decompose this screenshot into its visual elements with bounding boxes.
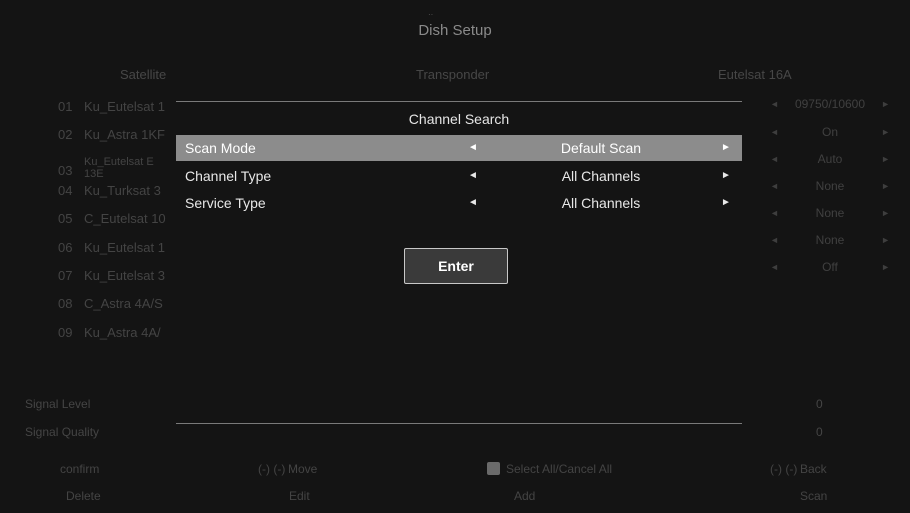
satellite-list-item[interactable]: 03 Ku_Eutelsat E 13E <box>58 156 154 180</box>
lnb-frequency-value: 09750/10600 <box>794 97 866 111</box>
footer-move-keys: (-) (-) <box>258 462 286 476</box>
motor-value: None <box>815 206 845 220</box>
satellite-list-item[interactable]: 06 Ku_Eutelsat 1 <box>58 240 165 255</box>
left-arrow-icon: ◄ <box>770 154 779 164</box>
satellite-list-item[interactable]: 09 Ku_Astra 4A/ <box>58 325 161 340</box>
right-arrow-icon: ► <box>881 99 890 109</box>
signal-quality-label: Signal Quality <box>25 425 100 439</box>
satellite-name: Ku_Eutelsat 1 <box>84 240 165 255</box>
footer-back: Back <box>800 462 827 476</box>
left-arrow-icon: ◄ <box>770 262 779 272</box>
unicable-value: None <box>815 233 845 247</box>
scan-mode-value: Default Scan <box>560 140 642 156</box>
current-satellite-name: Eutelsat 16A <box>718 67 792 82</box>
select-all-icon <box>487 462 500 475</box>
satellite-list-item[interactable]: 07 Ku_Eutelsat 3 <box>58 268 165 283</box>
channel-type-option[interactable]: Channel Type ◄ All Channels ► <box>176 163 742 189</box>
satellite-name: C_Eutelsat 10 <box>84 211 166 226</box>
lnb-power-setting[interactable]: ◄ On ► <box>770 125 890 139</box>
satellite-list-item[interactable]: 04 Ku_Turksat 3 <box>58 183 161 198</box>
left-arrow-icon: ◄ <box>770 99 779 109</box>
satellite-list-item[interactable]: 01 Ku_Eutelsat 1 <box>58 99 165 114</box>
service-type-value: All Channels <box>561 195 641 211</box>
right-arrow-icon: ► <box>881 127 890 137</box>
unicable-setting[interactable]: ◄ None ► <box>770 233 890 247</box>
diseqc-value: None <box>815 179 845 193</box>
satellite-number: 03 <box>58 163 73 178</box>
satellite-number: 05 <box>58 211 73 226</box>
right-arrow-icon: ► <box>881 181 890 191</box>
title-decoration: ·· <box>428 10 434 19</box>
satellite-number: 07 <box>58 268 73 283</box>
satellite-number: 02 <box>58 127 73 142</box>
satellite-name: Ku_Astra 4A/ <box>84 325 161 340</box>
column-header-satellite: Satellite <box>120 67 167 82</box>
enter-button[interactable]: Enter <box>404 248 508 284</box>
right-arrow-icon: ► <box>881 154 890 164</box>
lnb-power-value: On <box>821 125 838 139</box>
satellite-number: 06 <box>58 240 73 255</box>
dish-setup-screen: ·· Dish Setup Satellite Transponder Eute… <box>0 0 910 513</box>
left-arrow-icon: ◄ <box>770 127 779 137</box>
satellite-list-item[interactable]: 02 Ku_Astra 1KF <box>58 127 165 142</box>
scan-mode-label: Scan Mode <box>185 140 256 156</box>
service-type-option[interactable]: Service Type ◄ All Channels ► <box>176 190 742 216</box>
service-type-label: Service Type <box>185 195 266 211</box>
left-arrow-icon: ◄ <box>770 208 779 218</box>
dialog-title: Channel Search <box>408 111 510 127</box>
tone-setting[interactable]: ◄ Auto ► <box>770 152 890 166</box>
left-arrow-icon[interactable]: ◄ <box>468 170 478 181</box>
satellite-list-item[interactable]: 05 C_Eutelsat 10 <box>58 211 166 226</box>
lnb-frequency-setting[interactable]: ◄ 09750/10600 ► <box>770 97 890 111</box>
scan-mode-option[interactable]: Scan Mode ◄ Default Scan ► <box>176 135 742 161</box>
channel-type-label: Channel Type <box>185 168 272 184</box>
footer-edit: Edit <box>289 489 310 503</box>
footer-scan: Scan <box>800 489 828 503</box>
footer-delete: Delete <box>66 489 101 503</box>
tone-value: Auto <box>817 152 843 166</box>
footer-confirm: confirm <box>60 462 100 476</box>
right-arrow-icon: ► <box>881 208 890 218</box>
footer-back-key: (-) (-) <box>770 462 798 476</box>
switch-setting[interactable]: ◄ Off ► <box>770 260 890 274</box>
footer-select-all: Select All/Cancel All <box>487 462 612 476</box>
footer-add: Add <box>514 489 536 503</box>
left-arrow-icon: ◄ <box>770 181 779 191</box>
satellite-name: Ku_Eutelsat 3 <box>84 268 165 283</box>
channel-type-value: All Channels <box>561 168 641 184</box>
right-arrow-icon: ► <box>881 235 890 245</box>
satellite-name: Ku_Eutelsat E <box>84 156 154 168</box>
right-arrow-icon: ► <box>881 262 890 272</box>
signal-level-label: Signal Level <box>25 397 91 411</box>
column-header-transponder: Transponder <box>416 67 490 82</box>
signal-quality-value: 0 <box>816 425 823 439</box>
satellite-list-item[interactable]: 08 C_Astra 4A/S <box>58 296 163 311</box>
left-arrow-icon[interactable]: ◄ <box>468 197 478 208</box>
satellite-number: 09 <box>58 325 73 340</box>
switch-value: Off <box>822 260 838 274</box>
footer-move: Move <box>288 462 318 476</box>
motor-setting[interactable]: ◄ None ► <box>770 206 890 220</box>
satellite-name: Ku_Turksat 3 <box>84 183 161 198</box>
left-arrow-icon: ◄ <box>770 235 779 245</box>
satellite-number: 04 <box>58 183 73 198</box>
right-arrow-icon[interactable]: ► <box>721 170 731 181</box>
signal-level-value: 0 <box>816 397 823 411</box>
page-title: Dish Setup <box>418 22 492 39</box>
diseqc-setting[interactable]: ◄ None ► <box>770 179 890 193</box>
footer-select-all-label: Select All/Cancel All <box>506 462 613 476</box>
satellite-name: Ku_Astra 1KF <box>84 127 165 142</box>
right-arrow-icon[interactable]: ► <box>721 142 731 153</box>
right-arrow-icon[interactable]: ► <box>721 197 731 208</box>
satellite-number: 08 <box>58 296 73 311</box>
satellite-name: Ku_Eutelsat 1 <box>84 99 165 114</box>
satellite-number: 01 <box>58 99 73 114</box>
satellite-name-line2: 13E <box>84 168 104 180</box>
left-arrow-icon[interactable]: ◄ <box>468 142 478 153</box>
channel-search-dialog: Channel Search Scan Mode ◄ Default Scan … <box>176 101 742 424</box>
satellite-name: C_Astra 4A/S <box>84 296 163 311</box>
